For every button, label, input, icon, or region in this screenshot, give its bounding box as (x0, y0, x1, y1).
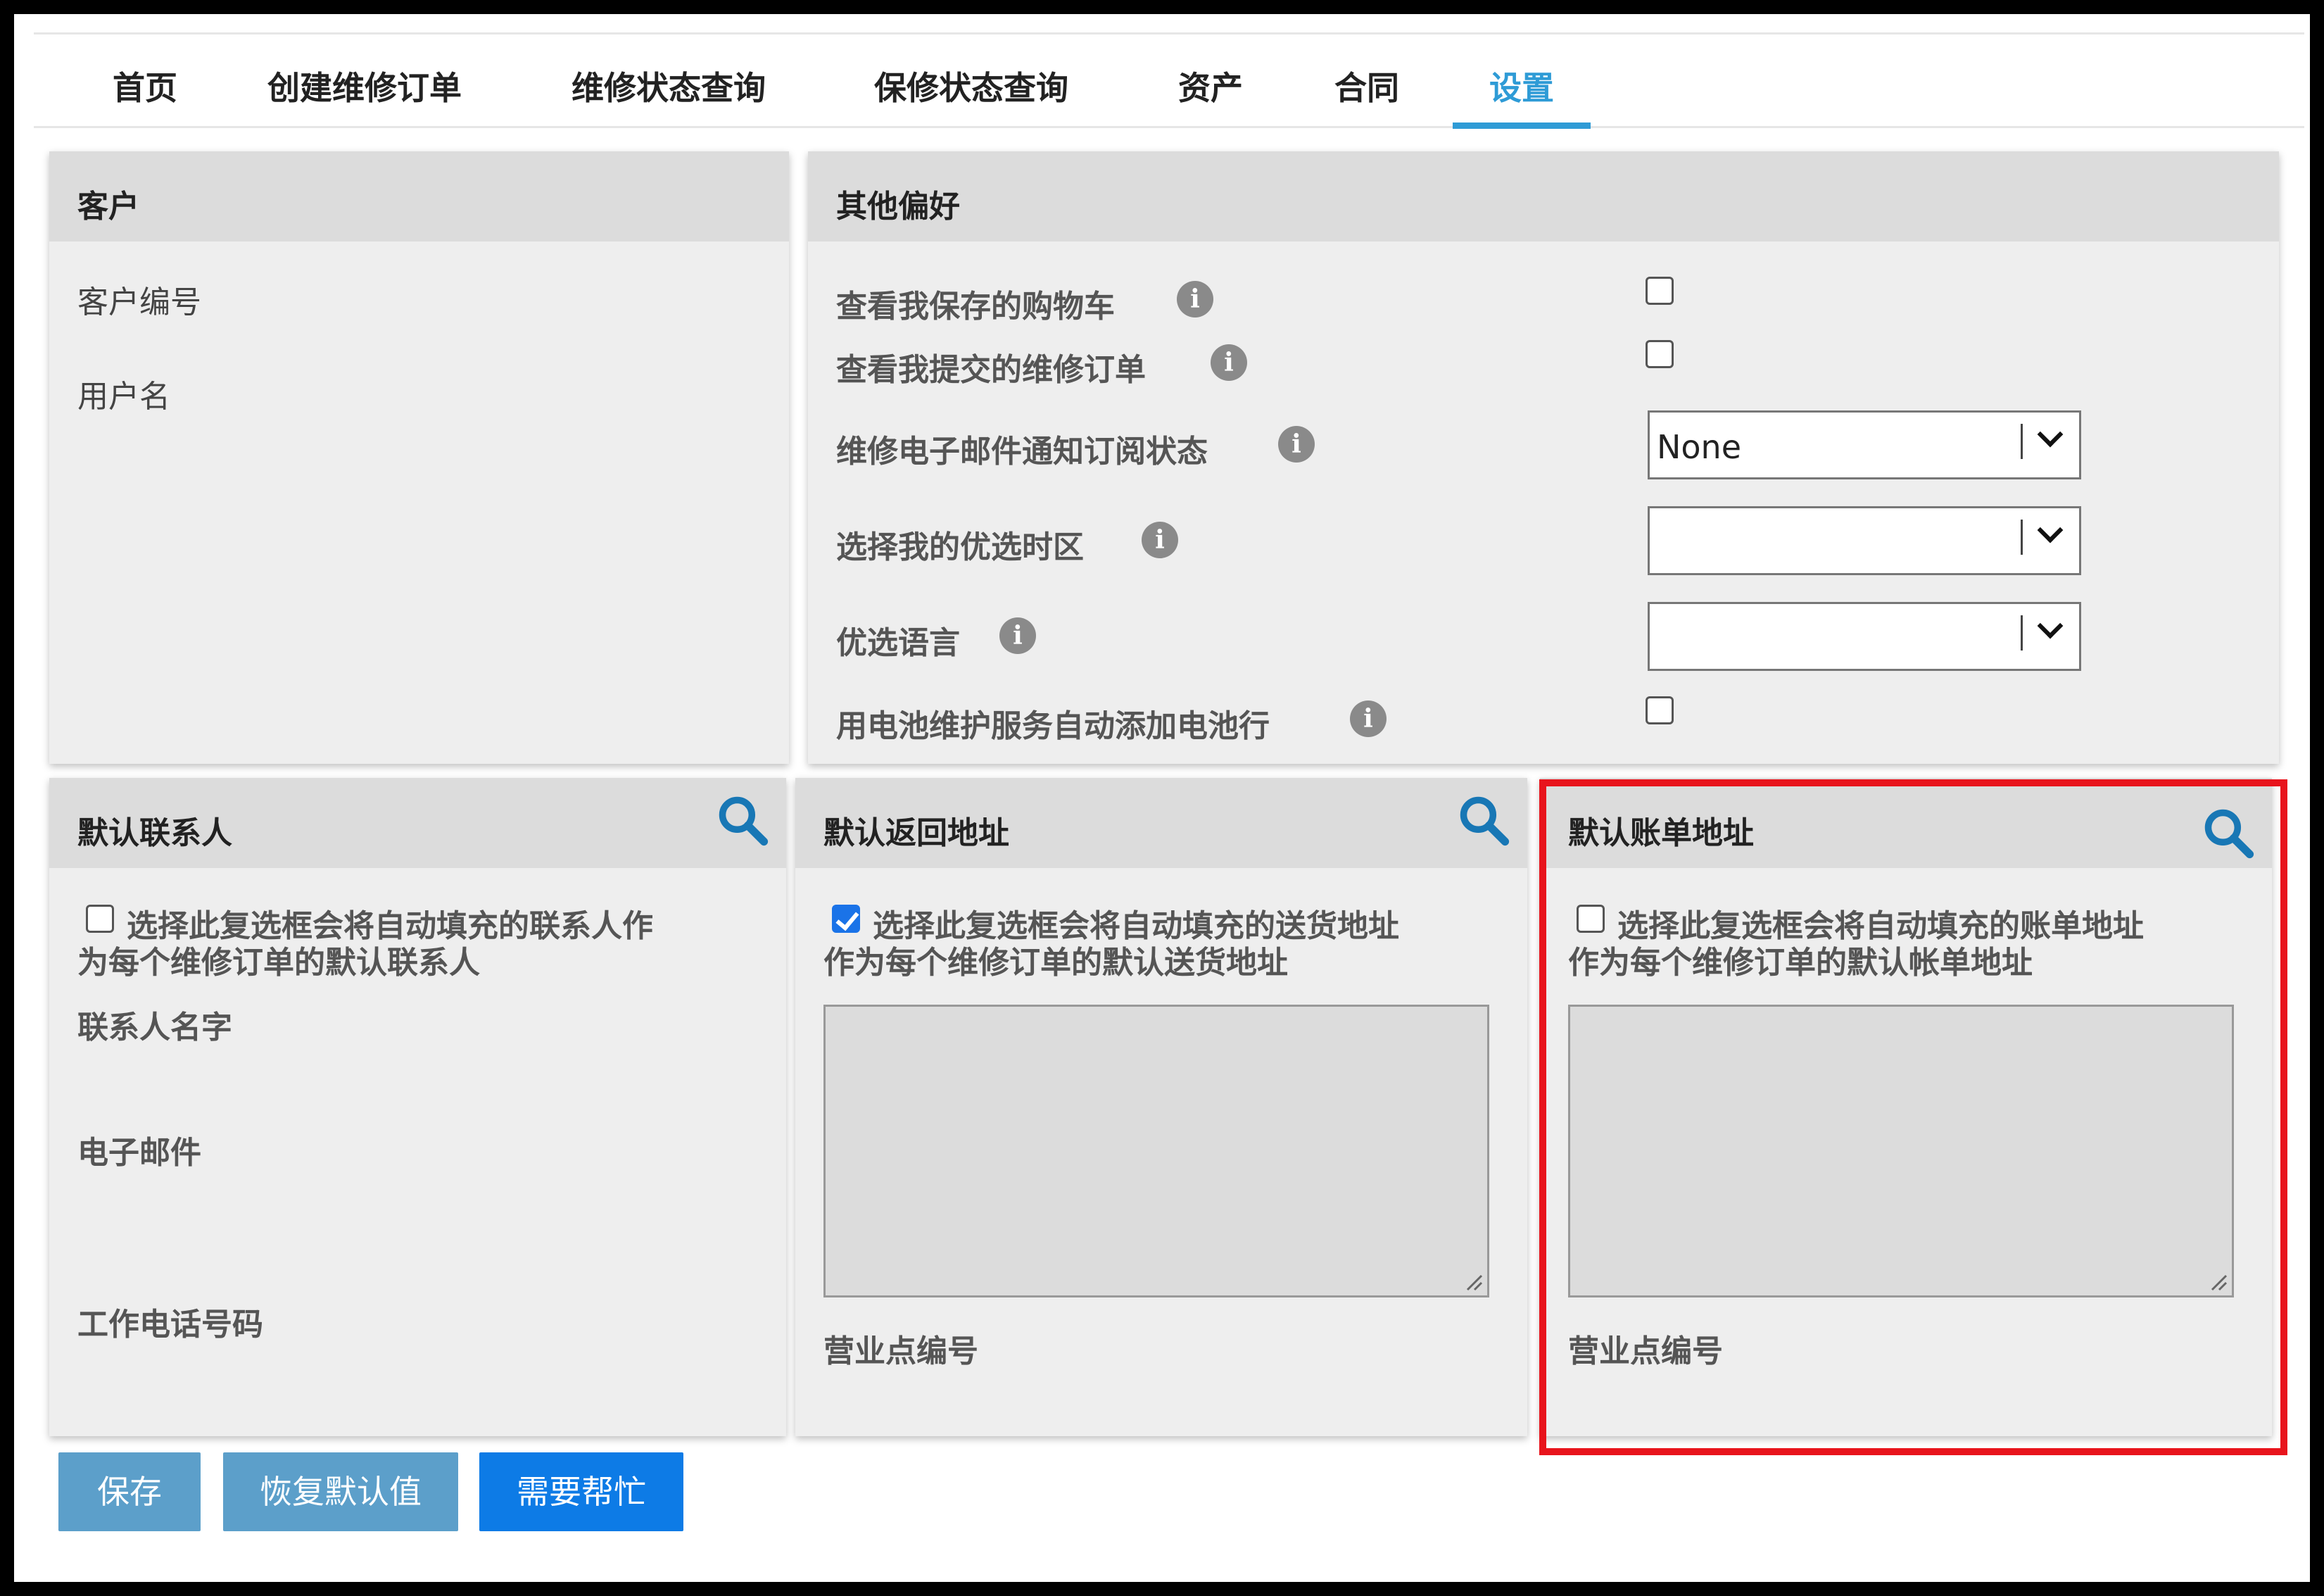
customer-number-label: 客户编号 (77, 284, 201, 320)
view-saved-carts-label: 查看我保存的购物车 (836, 289, 1115, 325)
customer-panel-header: 客户 (49, 151, 789, 241)
battery-service-label: 用电池维护服务自动添加电池行 (836, 708, 1270, 744)
active-tab-indicator (1453, 122, 1591, 129)
help-button[interactable]: 需要帮忙 (479, 1452, 683, 1531)
chevron-down-icon (2037, 517, 2064, 543)
language-select[interactable] (1648, 602, 2081, 671)
view-saved-carts-checkbox[interactable] (1646, 277, 1674, 305)
tab-create-order[interactable]: 创建维修订单 (267, 63, 462, 126)
customer-panel: 客户 客户编号 用户名 (49, 151, 789, 764)
return-address-textarea[interactable] (823, 1005, 1489, 1297)
chevron-down-icon (2037, 421, 2064, 448)
info-icon[interactable]: i (1211, 344, 1247, 381)
work-phone-label: 工作电话号码 (77, 1307, 263, 1343)
default-return-checkbox-line2: 作为每个维修订单的默认送货地址 (823, 945, 1288, 981)
email-subscription-value: None (1657, 428, 1742, 466)
info-icon[interactable]: i (1350, 700, 1387, 737)
info-icon[interactable]: i (1142, 522, 1178, 558)
view-submitted-orders-checkbox[interactable] (1646, 340, 1674, 368)
app-frame: 首页 创建维修订单 维修状态查询 保修状态查询 资产 合同 设置 客户 客户编号… (14, 14, 2310, 1582)
email-subscription-select[interactable]: None (1648, 410, 2081, 479)
customer-panel-title: 客户 (77, 189, 139, 225)
restore-defaults-button[interactable]: 恢复默认值 (223, 1452, 458, 1531)
info-icon[interactable]: i (1177, 281, 1213, 318)
username-label: 用户名 (77, 379, 170, 415)
select-divider (2021, 520, 2023, 555)
preferences-panel-title: 其他偏好 (836, 189, 960, 225)
preferences-panel-header: 其他偏好 (808, 151, 2279, 241)
contact-name-label: 联系人名字 (77, 1010, 232, 1045)
default-contact-panel-header: 默认联系人 (49, 778, 786, 868)
tab-warranty-status[interactable]: 保修状态查询 (874, 63, 1068, 126)
timezone-select[interactable] (1648, 506, 2081, 575)
info-icon[interactable]: i (1278, 426, 1315, 463)
default-return-address-checkbox[interactable] (832, 905, 860, 933)
search-icon[interactable] (1457, 793, 1510, 847)
main-tab-bar: 首页 创建维修订单 维修状态查询 保修状态查询 资产 合同 设置 (34, 32, 2304, 129)
tab-settings-label: 设置 (1489, 69, 1554, 107)
default-contact-checkbox[interactable] (86, 905, 114, 933)
default-return-address-panel-title: 默认返回地址 (823, 815, 1009, 851)
save-button[interactable]: 保存 (58, 1452, 201, 1531)
timezone-label: 选择我的优选时区 (836, 529, 1084, 565)
resize-grip-icon[interactable] (1462, 1270, 1483, 1291)
default-return-address-panel-header: 默认返回地址 (795, 778, 1527, 868)
view-submitted-orders-label: 查看我提交的维修订单 (836, 352, 1146, 388)
email-subscription-label: 维修电子邮件通知订阅状态 (836, 434, 1208, 470)
preferences-panel: 其他偏好 查看我保存的购物车 i 查看我提交的维修订单 i 维修电子邮件通知订阅… (808, 151, 2279, 764)
tab-repair-status[interactable]: 维修状态查询 (571, 63, 766, 126)
select-divider (2021, 615, 2023, 651)
default-contact-panel-title: 默认联系人 (77, 815, 232, 851)
chevron-down-icon (2037, 612, 2064, 639)
contact-email-label: 电子邮件 (77, 1135, 201, 1171)
tab-contracts[interactable]: 合同 (1334, 63, 1399, 126)
tab-settings[interactable]: 设置 (1453, 63, 1591, 129)
default-contact-checkbox-line2: 为每个维修订单的默认联系人 (77, 945, 480, 981)
tab-assets[interactable]: 资产 (1178, 63, 1243, 126)
highlight-box (1539, 779, 2287, 1455)
language-label: 优选语言 (836, 625, 960, 661)
info-icon[interactable]: i (999, 617, 1036, 654)
battery-service-checkbox[interactable] (1646, 696, 1674, 724)
tab-home[interactable]: 首页 (113, 63, 177, 126)
select-divider (2021, 424, 2023, 459)
default-return-address-panel: 默认返回地址 选择此复选框会将自动填充的送货地址 作为每个维修订单的默认送货地址… (795, 778, 1527, 1436)
search-icon[interactable] (716, 793, 769, 847)
default-contact-panel: 默认联系人 选择此复选框会将自动填充的联系人作 为每个维修订单的默认联系人 联系… (49, 778, 786, 1436)
return-site-number-label: 营业点编号 (823, 1333, 978, 1369)
